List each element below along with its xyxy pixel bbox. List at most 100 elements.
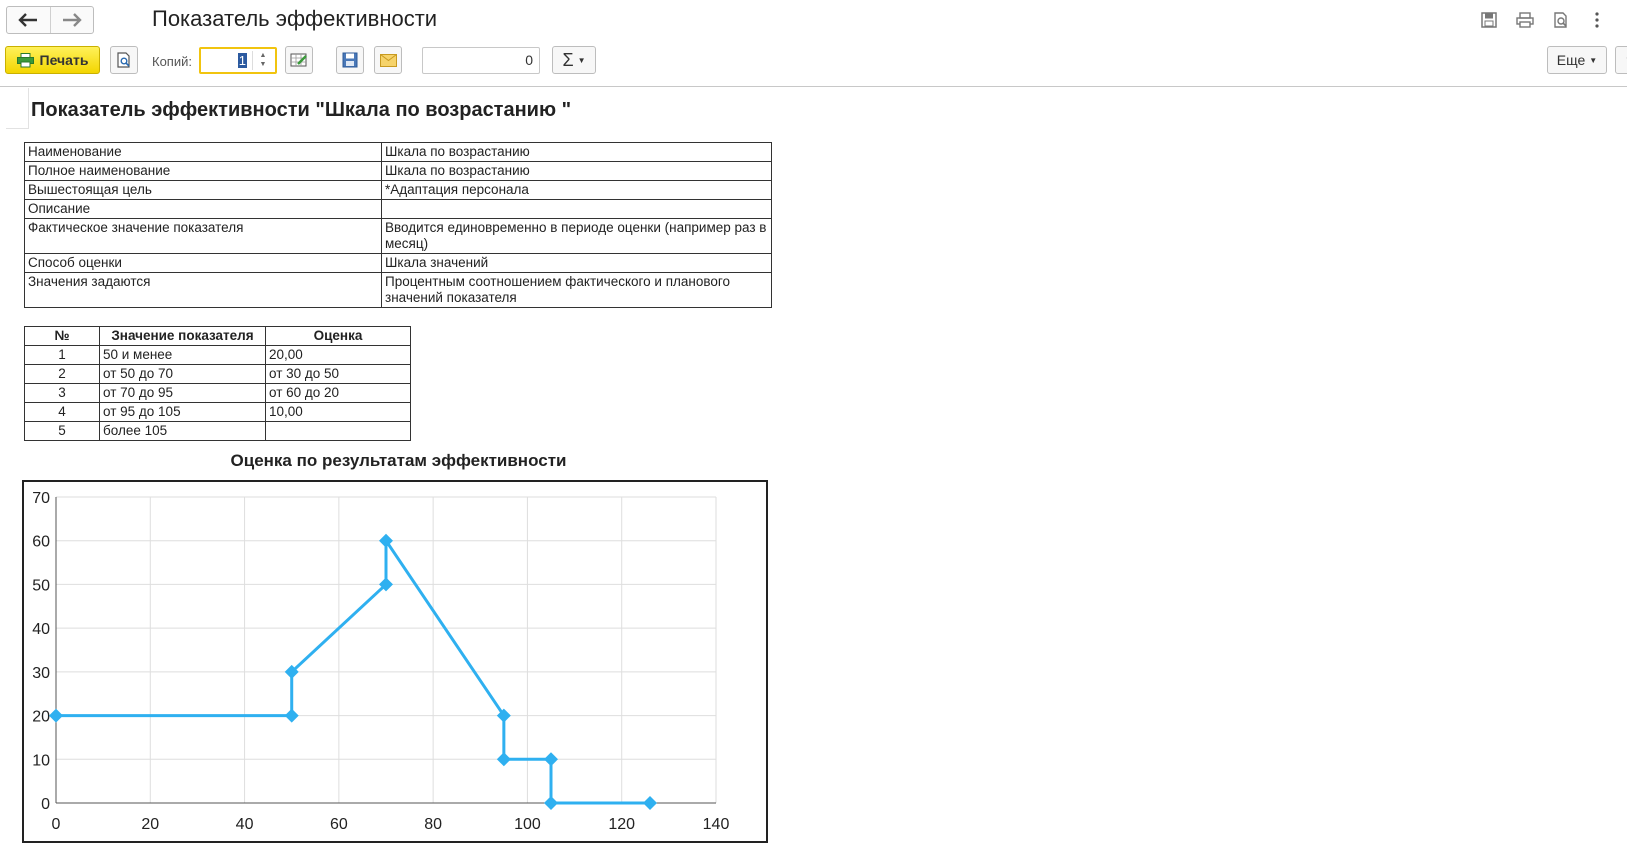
copies-input[interactable]: 1 ▲ ▼ (199, 47, 277, 74)
copies-value: 1 (237, 53, 247, 68)
property-row: Фактическое значение показателя Вводится … (24, 218, 772, 254)
forward-button[interactable] (51, 7, 94, 33)
more-menu-button[interactable] (1579, 8, 1615, 32)
y-tick-label: 60 (32, 534, 50, 551)
print-button[interactable]: Печать (5, 46, 100, 74)
edit-mode-button[interactable] (285, 46, 313, 74)
x-tick-label: 20 (141, 816, 159, 833)
y-tick-label: 50 (32, 577, 50, 594)
property-key[interactable]: Вышестоящая цель (24, 180, 382, 200)
property-value[interactable]: Вводится единовременно в периоде оценки … (381, 218, 772, 254)
chart: 0 20 40 60 80 100 120 140 0 10 20 30 40 50 60 70 (22, 480, 768, 843)
indicator-value[interactable]: от 50 до 70 (99, 364, 266, 384)
row-number[interactable]: 3 (24, 383, 100, 403)
print-window-button[interactable] (1507, 8, 1543, 32)
properties-table: Наименование Шкала по возрастанию Полное н… (24, 142, 772, 308)
printer-icon (16, 52, 34, 67)
printer-icon (1516, 12, 1534, 28)
y-tick-label: 70 (32, 490, 50, 507)
indicator-value[interactable]: более 105 (99, 421, 266, 441)
property-value[interactable]: Шкала по возрастанию (381, 142, 772, 162)
score-value[interactable]: от 30 до 50 (265, 364, 411, 384)
navigation-group (6, 6, 94, 34)
x-tick-label: 40 (236, 816, 254, 833)
column-header: Значение показателя (99, 326, 266, 346)
save-icon (1481, 12, 1497, 28)
toolbar: Печать Копий: 1 ▲ ▼ 0 Σ ▼ Еще ▼ (0, 44, 1627, 78)
data-point-marker (284, 708, 299, 723)
window-title: Показатель эффективности (152, 6, 438, 31)
save-button[interactable] (1471, 8, 1507, 32)
x-tick-label: 80 (424, 816, 442, 833)
sum-dropdown-button[interactable]: Σ ▼ (552, 46, 596, 74)
preview-icon (1554, 12, 1567, 28)
help-button[interactable]: ? (1615, 46, 1627, 74)
data-point-marker (544, 752, 558, 767)
y-tick-label: 0 (41, 796, 50, 813)
property-row: Значения задаются Процентным соотношением… (24, 272, 772, 308)
envelope-icon (379, 53, 397, 67)
save-document-button[interactable] (336, 46, 364, 74)
row-number[interactable]: 1 (24, 345, 100, 365)
window-actions (1471, 8, 1615, 32)
stepper-down-icon[interactable]: ▼ (253, 60, 273, 69)
property-value[interactable]: Шкала по возрастанию (381, 161, 772, 181)
document-title: Показатель эффективности "Шкала по возра… (31, 99, 572, 121)
property-row: Полное наименование Шкала по возрастанию (24, 161, 772, 181)
column-header: Оценка (265, 326, 411, 346)
y-tick-label: 30 (32, 665, 50, 682)
row-number[interactable]: 4 (24, 402, 100, 422)
indicator-value[interactable]: от 95 до 105 (99, 402, 266, 422)
property-key[interactable]: Наименование (24, 142, 382, 162)
row-number[interactable]: 2 (24, 364, 100, 384)
table-edit-icon (290, 53, 307, 67)
property-value[interactable]: Шкала значений (381, 253, 772, 273)
property-row: Наименование Шкала по возрастанию (24, 142, 772, 162)
property-key[interactable]: Описание (24, 199, 382, 219)
x-tick-label: 100 (514, 816, 541, 833)
more-button[interactable]: Еще ▼ (1547, 46, 1607, 74)
column-header: № (24, 326, 100, 346)
scale-row: 2 от 50 до 70 от 30 до 50 (24, 364, 411, 384)
sigma-icon: Σ (562, 49, 574, 70)
property-value[interactable]: *Адаптация персонала (381, 180, 772, 200)
x-tick-label: 120 (608, 816, 635, 833)
property-key[interactable]: Значения задаются (24, 272, 382, 308)
sum-value-field[interactable]: 0 (422, 47, 540, 74)
row-number[interactable]: 5 (24, 421, 100, 441)
spreadsheet-document[interactable]: Показатель эффективности "Шкала по возра… (0, 87, 1627, 863)
chevron-down-icon: ▼ (1589, 55, 1598, 65)
copies-stepper[interactable]: ▲ ▼ (252, 51, 273, 70)
property-value[interactable] (381, 199, 772, 219)
score-value[interactable] (265, 421, 411, 441)
chart-title: Оценка по результатам эффективности (230, 451, 567, 470)
indicator-value[interactable]: от 70 до 95 (99, 383, 266, 403)
scale-table: № Значение показателя Оценка 1 50 и менее… (24, 326, 411, 441)
x-tick-label: 140 (703, 816, 730, 833)
score-value[interactable]: 20,00 (265, 345, 411, 365)
data-point-marker (544, 796, 558, 810)
property-key[interactable]: Полное наименование (24, 161, 382, 181)
data-point-marker (496, 752, 511, 767)
property-value[interactable]: Процентным соотношением фактического и п… (381, 272, 772, 308)
preview-button[interactable] (1543, 8, 1579, 32)
arrow-left-icon (18, 13, 38, 27)
y-tick-label: 40 (32, 621, 50, 638)
property-key[interactable]: Способ оценки (24, 253, 382, 273)
save-icon (342, 52, 358, 68)
x-tick-label: 60 (330, 816, 348, 833)
more-vertical-icon (1595, 12, 1599, 28)
indicator-value[interactable]: 50 и менее (99, 345, 266, 365)
send-email-button[interactable] (374, 46, 402, 74)
print-preview-button[interactable] (110, 46, 138, 74)
score-value[interactable]: от 60 до 20 (265, 383, 411, 403)
property-key[interactable]: Фактическое значение показателя (24, 218, 382, 254)
scale-row: 5 более 105 (24, 421, 411, 441)
arrow-right-icon (62, 13, 82, 27)
score-value[interactable]: 10,00 (265, 402, 411, 422)
property-row: Способ оценки Шкала значений (24, 253, 772, 273)
back-button[interactable] (7, 7, 51, 33)
stepper-up-icon[interactable]: ▲ (253, 51, 273, 60)
y-tick-label: 20 (32, 709, 50, 726)
chart-canvas: 0 20 40 60 80 100 120 140 0 10 20 30 40 50 60 70 (32, 490, 730, 833)
